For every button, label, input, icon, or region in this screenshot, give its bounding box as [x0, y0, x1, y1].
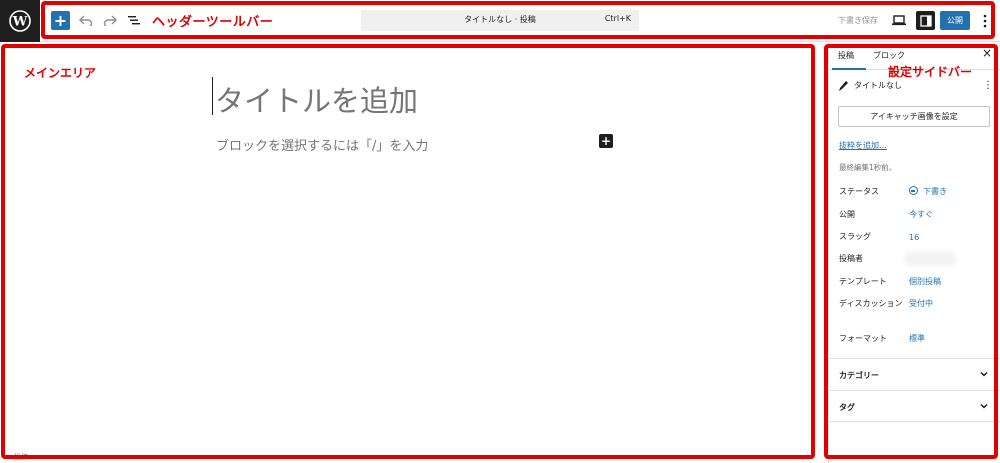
chevron-down-icon	[980, 403, 988, 409]
sidebar-toggle-icon[interactable]	[916, 11, 935, 30]
pen-icon	[839, 80, 848, 91]
panel-categories[interactable]: カテゴリー	[829, 358, 1000, 390]
panel-tags[interactable]: タグ	[829, 390, 1000, 422]
slug-value[interactable]: 16	[909, 232, 919, 244]
keyboard-shortcut: Ctrl+K	[604, 14, 631, 23]
redo-icon[interactable]	[101, 11, 119, 29]
settings-sidebar: 投稿 ブロック × タイトルなし ⋮ アイキャッチ画像を設定 抜粋を追加… 最終…	[828, 42, 1000, 463]
panel-tags-title: タグ	[839, 403, 855, 412]
format-label: フォーマット	[839, 334, 887, 343]
format-value[interactable]: 標準	[909, 333, 925, 345]
post-summary: タイトルなし	[839, 80, 902, 91]
breadcrumb[interactable]: 投稿	[14, 452, 28, 462]
author-value-blurred[interactable]	[904, 252, 956, 266]
publish-label: 公開	[839, 210, 855, 219]
list-view-icon[interactable]	[125, 11, 143, 29]
template-label: テンプレート	[839, 277, 887, 286]
discussion-label: ディスカッション	[839, 299, 903, 308]
post-title-input[interactable]: タイトルを追加	[215, 78, 418, 120]
options-icon[interactable]	[980, 12, 990, 29]
close-icon[interactable]: ×	[982, 46, 992, 60]
publish-value[interactable]: 今すぐ	[909, 209, 933, 221]
document-title: タイトルなし · 投稿	[464, 15, 536, 24]
discussion-value[interactable]: 受付中	[909, 298, 933, 310]
status-value-text: 下書き	[923, 187, 947, 196]
status-value[interactable]: 下書き	[909, 186, 947, 198]
svg-text:W: W	[12, 15, 28, 30]
active-tab-indicator	[832, 68, 866, 70]
tab-block[interactable]: ブロック	[873, 50, 905, 61]
command-palette-bar[interactable]: タイトルなし · 投稿 Ctrl+K	[361, 10, 639, 31]
tab-post[interactable]: 投稿	[838, 50, 854, 61]
save-draft-button[interactable]: 下書き保存	[838, 15, 878, 26]
main-annotation-label: メインエリア	[24, 66, 97, 80]
post-actions-icon[interactable]: ⋮	[983, 80, 993, 91]
publish-button[interactable]: 公開	[940, 11, 970, 30]
sidebar-annotation-label: 設定サイドバー	[888, 65, 973, 79]
block-placeholder[interactable]: ブロックを選択するには「/」を入力	[216, 135, 428, 154]
post-card-title: タイトルなし	[854, 81, 902, 90]
status-draft-icon	[909, 186, 918, 195]
panel-categories-title: カテゴリー	[839, 371, 879, 380]
wordpress-logo-icon[interactable]: W	[0, 0, 40, 42]
author-label: 投稿者	[839, 254, 863, 263]
slug-label: スラッグ	[839, 232, 871, 241]
status-label: ステータス	[839, 187, 879, 196]
header-toolbar: W + タイトルなし · 投稿 Ctrl+K 下書き保存 公開	[0, 0, 1000, 42]
template-value[interactable]: 個別投稿	[909, 276, 941, 288]
chevron-down-icon	[980, 371, 988, 377]
desktop-icon[interactable]	[891, 12, 907, 28]
text-caret	[212, 77, 213, 115]
add-excerpt-link[interactable]: 抜粋を追加…	[839, 140, 887, 151]
add-block-button[interactable]: +	[599, 134, 613, 148]
header-annotation-label: ヘッダーツールバー	[152, 15, 274, 30]
last-edited-text: 最終編集1秒前。	[839, 163, 897, 172]
block-inserter-button[interactable]: +	[51, 11, 70, 30]
undo-icon[interactable]	[77, 11, 95, 29]
set-featured-image-button[interactable]: アイキャッチ画像を設定	[838, 106, 990, 127]
